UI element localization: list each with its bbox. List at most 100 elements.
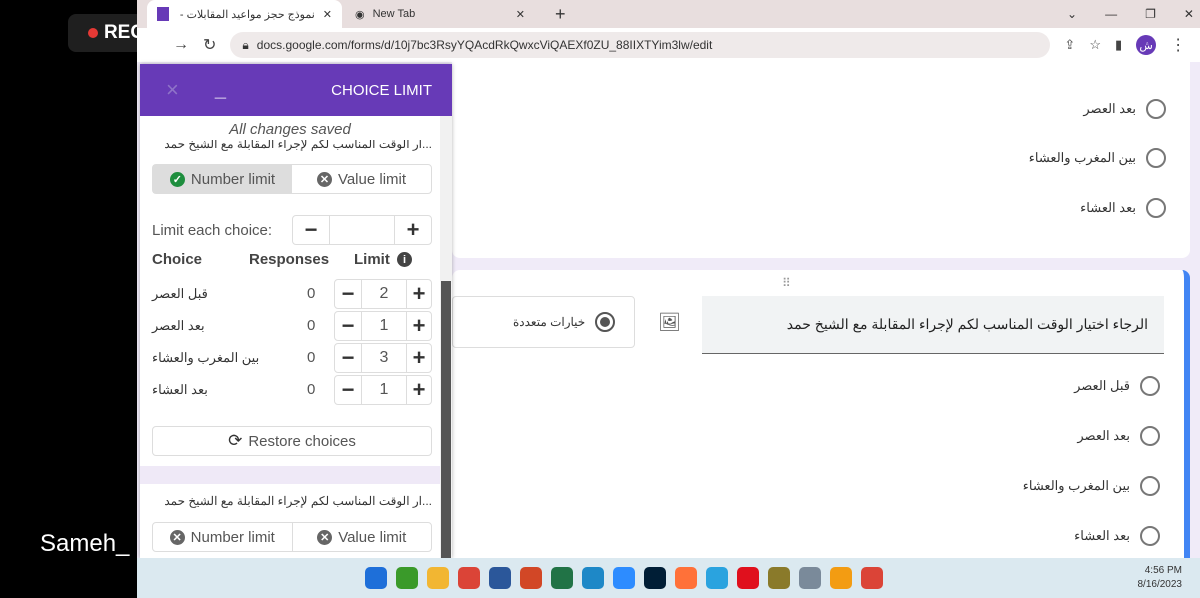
option[interactable]: بعد العصر bbox=[1077, 426, 1160, 446]
restore-choices-button[interactable]: ⟳ Restore choices bbox=[152, 426, 432, 456]
limit-input[interactable]: 2 bbox=[361, 280, 407, 308]
drag-handle-icon[interactable]: ⠿ bbox=[782, 276, 791, 290]
excel-icon[interactable] bbox=[551, 567, 573, 589]
limit-each-input[interactable] bbox=[329, 216, 395, 244]
limit-input[interactable]: 1 bbox=[361, 312, 407, 340]
table-row: بين المغرب والعشاء 0 −3 + bbox=[152, 343, 434, 373]
number-limit-tab[interactable]: ✓ Number limit bbox=[153, 165, 292, 193]
responses-count: 0 bbox=[307, 349, 316, 366]
tab-label: Number limit bbox=[190, 528, 275, 546]
app2-icon[interactable] bbox=[830, 567, 852, 589]
question-title: ...ار الوقت المناسب لكم لإجراء المقابلة … bbox=[164, 140, 432, 151]
menu-icon[interactable]: ⋮ bbox=[1170, 35, 1186, 55]
option[interactable]: بين المغرب والعشاء bbox=[1023, 476, 1160, 496]
increment-button[interactable]: + bbox=[407, 376, 431, 404]
close-icon[interactable]: × bbox=[166, 77, 179, 103]
tab-label: نموذج حجز مواعيد المقابلات - نماذ bbox=[177, 8, 315, 21]
tab-forms[interactable]: نموذج حجز مواعيد المقابلات - نماذ ✕ bbox=[147, 0, 342, 28]
tab-label: Number limit bbox=[190, 170, 276, 188]
decrement-button[interactable]: − bbox=[293, 216, 329, 244]
minimize-icon[interactable]: — bbox=[1105, 7, 1117, 21]
image-icon[interactable]: 🖼︎ bbox=[658, 312, 681, 333]
zoom-icon[interactable] bbox=[613, 567, 635, 589]
choice-limit-panel: × _ CHOICE LIMIT All changes saved ...ار… bbox=[140, 64, 452, 558]
opera-icon[interactable] bbox=[737, 567, 759, 589]
chevron-down-icon[interactable]: ⌄ bbox=[1067, 7, 1077, 21]
word-icon[interactable] bbox=[489, 567, 511, 589]
scrollbar-thumb[interactable] bbox=[441, 281, 451, 558]
limit-input[interactable]: 3 bbox=[361, 344, 407, 372]
address-bar: → ↻ 🔒︎ docs.google.com/forms/d/10j7bc3Rsy… bbox=[137, 28, 1200, 62]
info-icon[interactable]: i bbox=[397, 252, 412, 267]
option-label: بعد العشاء bbox=[1080, 200, 1136, 215]
limit-input[interactable]: 1 bbox=[361, 376, 407, 404]
decrement-button[interactable]: − bbox=[335, 280, 361, 308]
option[interactable]: بعد العصر bbox=[1083, 99, 1166, 119]
forward-icon[interactable]: → bbox=[173, 36, 189, 54]
close-tab-icon[interactable]: ✕ bbox=[323, 8, 332, 21]
firefox-icon[interactable] bbox=[675, 567, 697, 589]
radio[interactable] bbox=[1140, 426, 1160, 446]
table-row: بعد العشاء 0 −1 + bbox=[152, 375, 434, 405]
app-icon[interactable] bbox=[768, 567, 790, 589]
number-limit-tab[interactable]: ✕ Number limit bbox=[153, 523, 292, 551]
value-limit-tab[interactable]: ✕ Value limit bbox=[292, 165, 431, 193]
radio[interactable] bbox=[1146, 99, 1166, 119]
x-circle-icon: ✕ bbox=[169, 529, 185, 545]
photoshop-icon[interactable] bbox=[644, 567, 666, 589]
new-tab-button[interactable]: + bbox=[545, 0, 576, 28]
restore-icon[interactable]: ❐ bbox=[1145, 7, 1156, 21]
responses-count: 0 bbox=[307, 317, 316, 334]
close-window-icon[interactable]: ✕ bbox=[1184, 7, 1194, 21]
scrollbar[interactable] bbox=[440, 116, 452, 558]
radio[interactable] bbox=[1146, 198, 1166, 218]
check-circle-icon: ✓ bbox=[169, 171, 185, 187]
radio[interactable] bbox=[1146, 148, 1166, 168]
powerpoint-icon[interactable] bbox=[520, 567, 542, 589]
star-icon[interactable]: ☆ bbox=[1089, 37, 1101, 53]
decrement-button[interactable]: − bbox=[335, 344, 361, 372]
share-icon[interactable]: ⇪ bbox=[1064, 37, 1075, 53]
close-tab-icon[interactable]: ✕ bbox=[516, 8, 525, 21]
increment-button[interactable]: + bbox=[407, 344, 431, 372]
panel-header: × _ CHOICE LIMIT bbox=[140, 64, 452, 116]
clock[interactable]: 4:56 PM 8/16/2023 bbox=[1138, 564, 1183, 592]
sidepanel-icon[interactable]: ▮ bbox=[1115, 37, 1122, 53]
chrome-profile-icon[interactable] bbox=[861, 567, 883, 589]
windows-start-icon[interactable] bbox=[365, 567, 387, 589]
lock-icon: 🔒︎ bbox=[242, 37, 249, 52]
option[interactable]: بعد العشاء bbox=[1074, 526, 1160, 546]
decrement-button[interactable]: − bbox=[335, 376, 361, 404]
decrement-button[interactable]: − bbox=[335, 312, 361, 340]
telegram-icon[interactable] bbox=[706, 567, 728, 589]
avatar[interactable]: ش bbox=[1136, 35, 1157, 55]
choice-label: بعد العصر bbox=[152, 318, 205, 333]
question-type-select[interactable]: خيارات متعددة bbox=[452, 296, 635, 348]
option[interactable]: بين المغرب والعشاء bbox=[1029, 148, 1166, 168]
question-card-2: ⠿ الرجاء اختيار الوقت المناسب لكم لإجراء… bbox=[452, 270, 1190, 558]
tab-new[interactable]: ◉ New Tab ✕ bbox=[345, 0, 535, 28]
increment-button[interactable]: + bbox=[407, 312, 431, 340]
url-field[interactable]: 🔒︎ docs.google.com/forms/d/10j7bc3RsyYQAc… bbox=[230, 32, 1051, 58]
refresh-icon: ⟳ bbox=[228, 431, 243, 450]
minimize-button[interactable]: _ bbox=[215, 79, 331, 102]
browser-window: نموذج حجز مواعيد المقابلات - نماذ ✕ ◉ Ne… bbox=[137, 0, 1200, 558]
increment-button[interactable]: + bbox=[407, 280, 431, 308]
question-title: ...ار الوقت المناسب لكم لإجراء المقابلة … bbox=[164, 494, 432, 508]
option[interactable]: قبل العصر bbox=[1074, 376, 1160, 396]
option[interactable]: بعد العشاء bbox=[1080, 198, 1166, 218]
reload-icon[interactable]: ↻ bbox=[203, 35, 216, 55]
radio[interactable] bbox=[1140, 526, 1160, 546]
notepad-icon[interactable] bbox=[799, 567, 821, 589]
radio-button-icon bbox=[595, 312, 616, 332]
value-limit-tab[interactable]: ✕ Value limit bbox=[291, 523, 432, 551]
camtasia-icon[interactable] bbox=[396, 567, 418, 589]
radio[interactable] bbox=[1140, 376, 1160, 396]
question-title-input[interactable]: الرجاء اختيار الوقت المناسب لكم لإجراء ا… bbox=[702, 296, 1164, 354]
increment-button[interactable]: + bbox=[395, 216, 431, 244]
desktop-icon[interactable] bbox=[582, 567, 604, 589]
file-explorer-icon[interactable] bbox=[427, 567, 449, 589]
chrome-icon: ◉ bbox=[355, 8, 365, 21]
radio[interactable] bbox=[1140, 476, 1160, 496]
chrome-icon[interactable] bbox=[458, 567, 480, 589]
